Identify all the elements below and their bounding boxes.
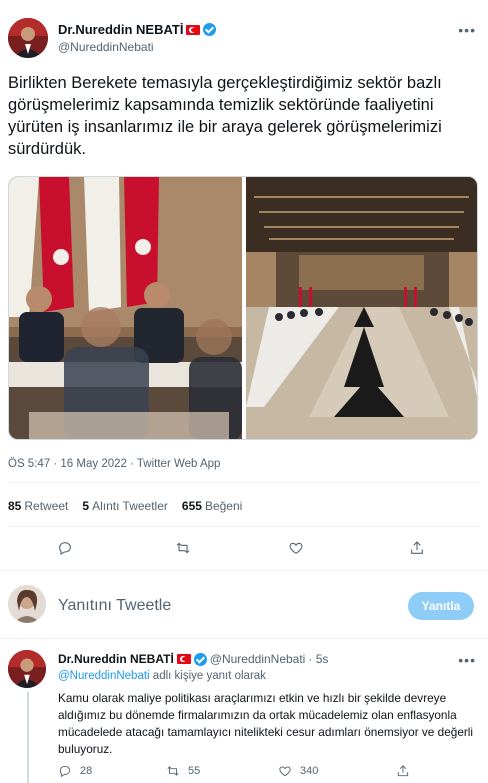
author-name-row[interactable]: Dr.Nureddin NEBATİ	[58, 22, 217, 37]
reply-actions: 28 55 340	[58, 764, 478, 782]
divider	[8, 526, 480, 527]
turkey-flag-icon	[186, 24, 201, 35]
tweet-text: Birlikten Berekete temasıyla gerçekleşti…	[8, 74, 442, 158]
reply-time[interactable]: · 5s	[308, 652, 328, 666]
reply-header: Dr.Nureddin NEBATİ @NureddinNebati · 5s	[58, 652, 328, 666]
verified-badge-icon	[193, 652, 207, 666]
reply-icon[interactable]	[57, 540, 77, 560]
meeting-photos[interactable]	[9, 177, 478, 440]
replying-to-link[interactable]: @NureddinNebati	[58, 670, 150, 682]
retweet-count: 55	[188, 765, 201, 777]
like-icon	[279, 766, 291, 777]
share-icon[interactable]	[409, 540, 429, 560]
divider	[8, 482, 480, 483]
like-count: 340	[300, 765, 319, 777]
reply-author-handle[interactable]: @NureddinNebati	[210, 652, 306, 666]
divider	[0, 638, 488, 639]
reply-button[interactable]: Yanıtla	[408, 592, 474, 620]
share-icon	[397, 765, 409, 777]
thread-line	[27, 692, 29, 783]
author-avatar[interactable]	[8, 18, 48, 58]
reply-like-action[interactable]: 340	[278, 764, 318, 778]
tweet-stats: 85 Retweet 5 Alıntı Tweetler 655 Beğeni	[8, 499, 242, 513]
reply-retweet-action[interactable]: 55	[166, 764, 200, 778]
reply-reply-action[interactable]: 28	[58, 764, 92, 778]
tweet-media[interactable]	[8, 176, 478, 440]
quote-stat[interactable]: 5 Alıntı Tweetler	[82, 499, 168, 513]
like-icon[interactable]	[288, 540, 308, 560]
tweet-actions	[0, 540, 488, 562]
reply-count: 28	[80, 765, 93, 777]
retweet-stat[interactable]: 85 Retweet	[8, 499, 68, 513]
reply-icon	[59, 765, 71, 778]
reply-author-name[interactable]: Dr.Nureddin NEBATİ	[58, 652, 174, 666]
tweet-timestamp[interactable]: ÖS 5:47 · 16 May 2022 · Twitter Web App	[8, 458, 220, 470]
reply-text: Kamu olarak maliye politikası araçlarımı…	[58, 691, 474, 756]
reply-author-avatar[interactable]	[8, 650, 46, 688]
author-name[interactable]: Dr.Nureddin NEBATİ	[58, 22, 183, 37]
more-options-icon[interactable]: •••	[458, 22, 476, 38]
like-stat[interactable]: 655 Beğeni	[182, 499, 242, 513]
retweet-icon[interactable]	[175, 540, 195, 560]
user-avatar[interactable]	[8, 585, 46, 623]
more-options-icon[interactable]: •••	[458, 652, 476, 668]
author-handle[interactable]: @NureddinNebati	[58, 40, 154, 54]
divider	[0, 570, 488, 571]
replying-to-label: adlı kişiye yanıt olarak	[152, 670, 266, 682]
verified-badge-icon	[203, 23, 217, 36]
turkey-flag-icon	[176, 654, 191, 664]
replying-to: @NureddinNebati adlı kişiye yanıt olarak	[58, 670, 266, 682]
reply-input[interactable]: Yanıtını Tweetle	[58, 597, 171, 615]
reply-share-action[interactable]	[396, 764, 410, 778]
retweet-icon	[167, 766, 179, 776]
